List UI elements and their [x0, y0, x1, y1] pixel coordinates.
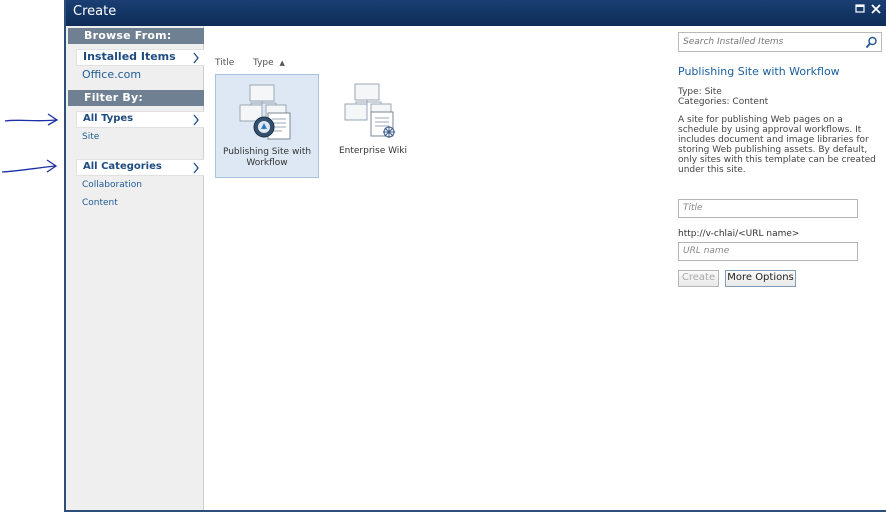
- enterprise-wiki-template-icon: [344, 83, 395, 138]
- nav-item-office-com[interactable]: Office.com: [82, 68, 141, 81]
- nav-item-label: All Categories: [83, 161, 162, 172]
- browse-from-header: Browse From:: [68, 28, 204, 44]
- dialog-title: Create: [73, 4, 117, 19]
- create-dialog: Create Browse From: Installed Items Offi…: [64, 0, 886, 512]
- column-header-type[interactable]: Type ▲: [253, 58, 285, 68]
- title-placeholder: Title: [683, 203, 703, 213]
- search-input[interactable]: Search Installed Items: [678, 32, 882, 52]
- search-icon[interactable]: [865, 36, 878, 49]
- template-detail-title: Publishing Site with Workflow: [678, 65, 840, 78]
- create-button[interactable]: Create: [678, 270, 719, 287]
- close-icon[interactable]: [870, 3, 882, 15]
- left-nav: Browse From: Installed Items Office.com …: [66, 26, 204, 510]
- maximize-icon[interactable]: [854, 3, 866, 15]
- title-field[interactable]: Title: [678, 199, 858, 218]
- nav-item-site[interactable]: Site: [82, 132, 99, 142]
- more-options-button[interactable]: More Options: [725, 270, 796, 287]
- chevron-right-icon: [193, 52, 199, 64]
- column-header-label: Type: [253, 58, 274, 68]
- chevron-right-icon: [193, 162, 199, 174]
- template-tile-label: Enterprise Wiki: [338, 146, 408, 156]
- url-name-field[interactable]: URL name: [678, 242, 858, 261]
- sort-ascending-icon: ▲: [279, 59, 285, 67]
- template-tile-label: Publishing Site with Workflow: [222, 147, 312, 168]
- template-categories: Categories: Content: [678, 97, 769, 107]
- url-name-placeholder: URL name: [683, 246, 730, 256]
- template-tile-enterprise-wiki[interactable]: Enterprise Wiki: [321, 74, 425, 178]
- nav-item-all-types[interactable]: All Types: [76, 111, 204, 128]
- url-prefix-label: http://v-chlai/<URL name>: [678, 229, 800, 239]
- dialog-titlebar: Create: [66, 0, 886, 26]
- nav-item-label: Installed Items: [83, 50, 176, 63]
- filter-by-header: Filter By:: [68, 90, 204, 106]
- nav-item-installed-items[interactable]: Installed Items: [76, 49, 204, 66]
- template-type: Type: Site: [678, 87, 722, 97]
- nav-item-collaboration[interactable]: Collaboration: [82, 180, 142, 190]
- nav-item-label: All Types: [83, 113, 134, 124]
- search-placeholder: Search Installed Items: [683, 37, 784, 47]
- nav-item-all-categories[interactable]: All Categories: [76, 159, 204, 176]
- publishing-site-template-icon: [239, 84, 291, 140]
- annotation-arrow-icon: [1, 159, 58, 173]
- nav-item-content[interactable]: Content: [82, 198, 118, 208]
- chevron-right-icon: [193, 114, 199, 126]
- annotation-arrow-icon: [4, 113, 59, 126]
- template-tile-publishing-site[interactable]: Publishing Site with Workflow: [215, 74, 319, 178]
- template-description: A site for publishing Web pages on a sch…: [678, 115, 876, 175]
- column-header-title[interactable]: Title: [215, 58, 234, 68]
- screenshot-stage: Create Browse From: Installed Items Offi…: [0, 0, 886, 515]
